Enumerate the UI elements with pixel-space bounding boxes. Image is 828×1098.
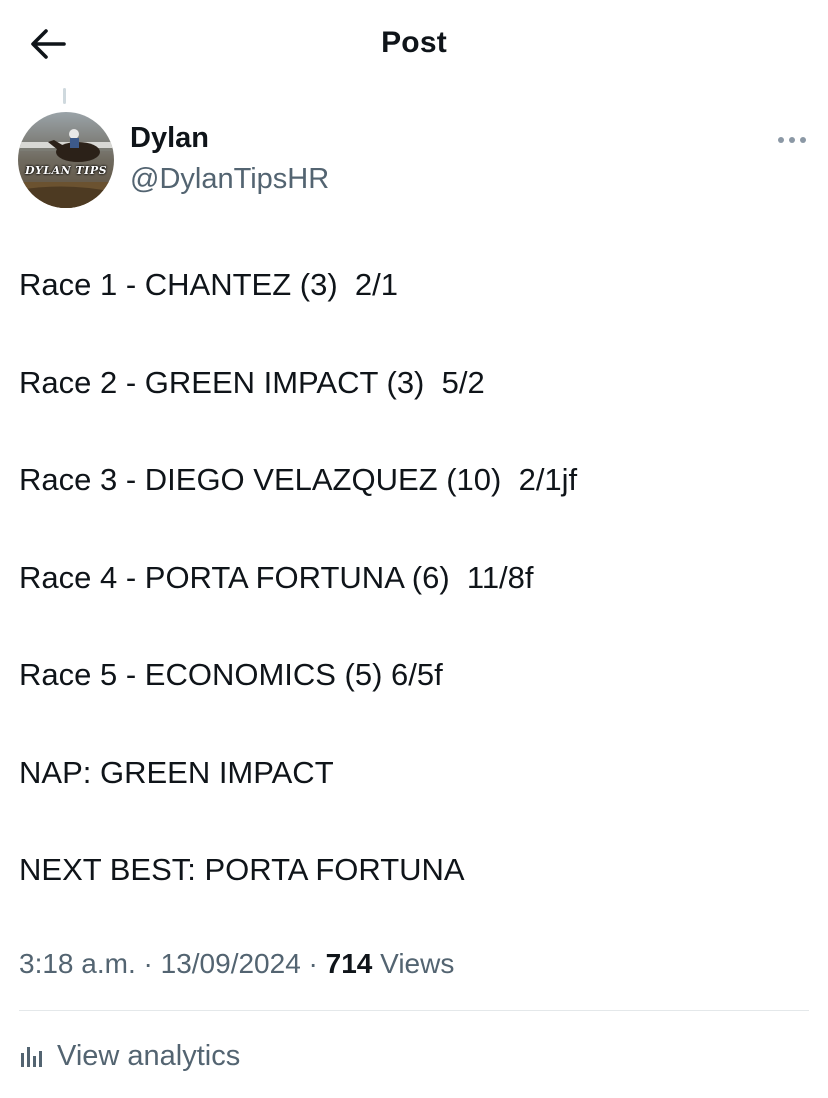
- post-line: Race 3 - DIEGO VELAZQUEZ (10) 2/1jf: [19, 462, 578, 497]
- views-count: 714: [325, 948, 373, 979]
- avatar-image: [18, 112, 114, 208]
- more-horizontal-icon: [778, 137, 806, 143]
- divider: [19, 1010, 809, 1011]
- post-line: Race 4 - PORTA FORTUNA (6) 11/8f: [19, 559, 534, 595]
- avatar[interactable]: DYLAN TIPS: [18, 112, 114, 208]
- more-options-button[interactable]: [770, 124, 814, 156]
- post-text: Race 1 - CHANTEZ (3) 2/1 Race 2 - GREEN …: [19, 262, 809, 945]
- views-label: Views: [372, 948, 455, 979]
- post-line: Race 5 - ECONOMICS (5) 6/5f: [19, 657, 443, 692]
- post-time[interactable]: 3:18 a.m.: [19, 948, 136, 979]
- author-name[interactable]: Dylan: [130, 122, 209, 155]
- avatar-logo-text: DYLAN TIPS: [24, 164, 108, 177]
- page-title: Post: [381, 26, 447, 59]
- post-date[interactable]: 13/09/2024: [161, 948, 301, 979]
- author-handle[interactable]: @DylanTipsHR: [130, 163, 329, 196]
- top-bar: Post: [0, 0, 828, 90]
- bar-chart-icon: [21, 1047, 42, 1067]
- view-analytics-label: View analytics: [57, 1039, 241, 1072]
- post-line: NAP: GREEN IMPACT: [19, 754, 334, 790]
- meta-separator: ·: [135, 948, 161, 979]
- meta-separator: ·: [300, 948, 326, 979]
- post-line: Race 1 - CHANTEZ (3) 2/1: [19, 267, 398, 302]
- post-line: NEXT BEST: PORTA FORTUNA: [19, 852, 465, 887]
- post-meta: 3:18 a.m. · 13/09/2024 · 714 Views: [19, 948, 454, 980]
- post-line: Race 2 - GREEN IMPACT (3) 5/2: [19, 364, 485, 400]
- thread-connector: [63, 88, 66, 104]
- view-analytics-link[interactable]: View analytics: [19, 1036, 240, 1076]
